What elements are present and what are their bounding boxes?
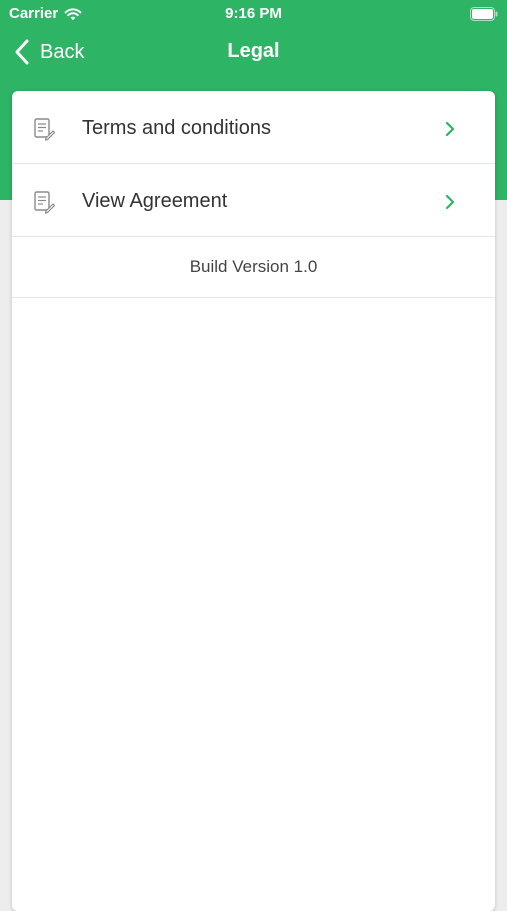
chevron-right-icon bbox=[445, 121, 455, 137]
list-item-label: Terms and conditions bbox=[82, 117, 271, 139]
build-version-row: Build Version 1.0 bbox=[12, 237, 495, 298]
status-bar: Carrier 9:16 PM bbox=[0, 0, 507, 28]
status-time: 9:16 PM bbox=[225, 5, 282, 22]
document-edit-icon bbox=[34, 118, 56, 141]
chevron-right-icon bbox=[445, 194, 455, 210]
page-title: Legal bbox=[227, 40, 280, 62]
build-version-label: Build Version 1.0 bbox=[189, 257, 318, 276]
navigation-bar: Back Legal bbox=[0, 30, 507, 74]
list-item-label: View Agreement bbox=[82, 190, 228, 212]
list-item-terms[interactable]: Terms and conditions bbox=[12, 91, 495, 164]
legal-card: Terms and conditions View Agreement Buil… bbox=[12, 91, 495, 911]
document-edit-icon bbox=[34, 191, 56, 214]
battery-icon bbox=[470, 7, 498, 21]
list-item-agreement[interactable]: View Agreement bbox=[12, 164, 495, 237]
